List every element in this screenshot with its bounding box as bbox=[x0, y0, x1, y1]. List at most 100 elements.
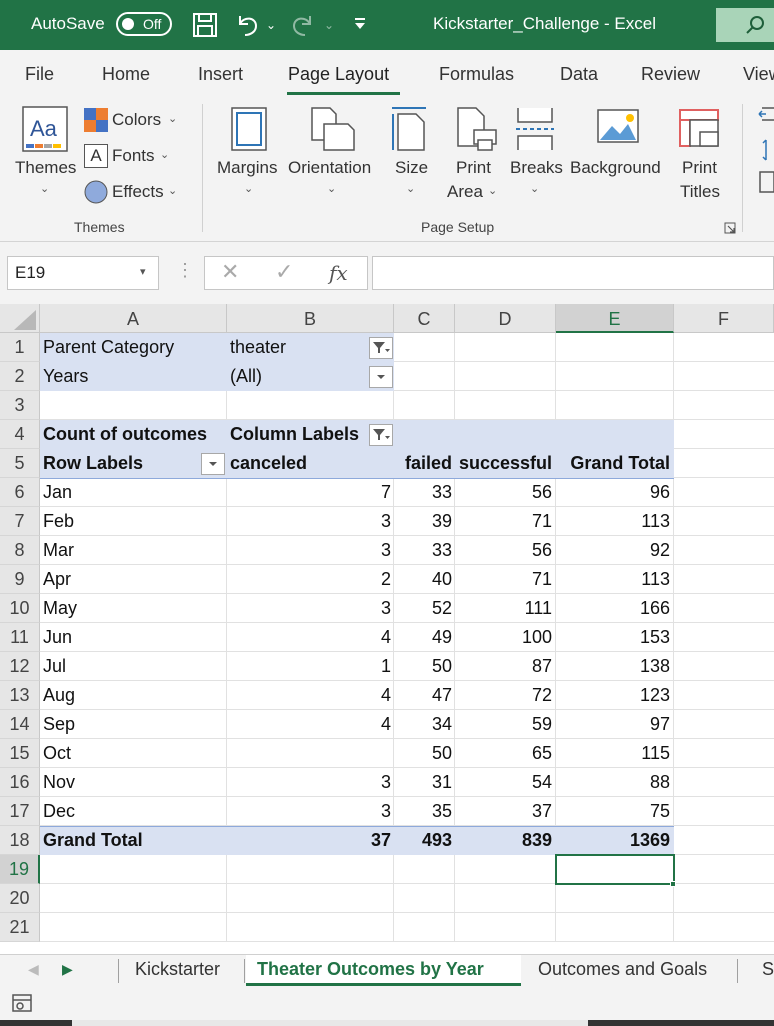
pivot-cell-successful: 71 bbox=[531, 511, 552, 531]
row-header[interactable]: 6 bbox=[0, 478, 40, 507]
filter-label-years: Years bbox=[43, 366, 89, 386]
scale-to-fit-icon[interactable] bbox=[756, 106, 774, 202]
insert-function-icon[interactable]: fx bbox=[329, 261, 348, 285]
row-header[interactable]: 16 bbox=[0, 768, 40, 797]
sheet-tab-outcomes-and-goals[interactable]: Outcomes and Goals bbox=[538, 959, 707, 980]
pivot-cell-successful: 56 bbox=[531, 540, 552, 560]
tab-view[interactable]: View bbox=[743, 64, 774, 85]
tab-formulas[interactable]: Formulas bbox=[439, 64, 514, 85]
dialog-launcher-icon[interactable] bbox=[724, 222, 736, 234]
column-labels-filter-button[interactable] bbox=[369, 424, 393, 446]
print-area-icon bbox=[457, 107, 497, 151]
page-setup-group-label: Page Setup bbox=[421, 219, 495, 235]
column-header-a[interactable]: A bbox=[40, 304, 227, 333]
sheet-tab-truncated[interactable]: S bbox=[762, 959, 774, 980]
search-box[interactable] bbox=[716, 8, 774, 42]
pivot-cell-successful: 54 bbox=[531, 772, 552, 792]
pivot-cell-total: 138 bbox=[639, 656, 670, 676]
sheet-tab-bar: ◀ ▶ Kickstarter Theater Outcomes by Year… bbox=[0, 954, 774, 986]
formula-bar-grip-icon[interactable]: ⋮ bbox=[176, 260, 194, 281]
print-titles-label-1: Print bbox=[682, 158, 717, 177]
scroll-tabs-right-icon[interactable]: ▶ bbox=[62, 961, 73, 978]
margins-dropdown-icon: ⌄ bbox=[244, 183, 254, 195]
tab-file[interactable]: File bbox=[25, 64, 54, 85]
column-header-d[interactable]: D bbox=[455, 304, 556, 333]
grand-total-successful: 839 bbox=[521, 830, 552, 850]
scroll-tabs-left-icon[interactable]: ◀ bbox=[28, 961, 39, 978]
print-titles-label-2: Titles bbox=[680, 182, 720, 201]
row-header[interactable]: 3 bbox=[0, 391, 40, 420]
save-icon[interactable] bbox=[192, 12, 218, 38]
row-header[interactable]: 15 bbox=[0, 739, 40, 768]
select-all-icon bbox=[14, 310, 36, 330]
row-header[interactable]: 9 bbox=[0, 565, 40, 594]
enter-icon[interactable]: ✓ bbox=[275, 259, 293, 285]
column-header-f[interactable]: F bbox=[674, 304, 774, 333]
column-header-c[interactable]: C bbox=[394, 304, 455, 333]
print-area-dropdown-icon: ⌄ bbox=[488, 185, 498, 197]
horizontal-scrollbar[interactable] bbox=[72, 1020, 588, 1026]
pivot-cell-failed: 31 bbox=[431, 772, 452, 792]
tab-home[interactable]: Home bbox=[102, 64, 150, 85]
tab-separator bbox=[737, 959, 738, 983]
row-header[interactable]: 1 bbox=[0, 333, 40, 362]
active-cell-e19[interactable] bbox=[555, 854, 675, 885]
filter-value-parent-category[interactable]: theater bbox=[230, 333, 286, 362]
row-header[interactable]: 10 bbox=[0, 594, 40, 623]
row-header[interactable]: 19 bbox=[0, 855, 40, 884]
name-box[interactable]: E19 ▾ bbox=[7, 256, 159, 290]
sheet-tab-theater-outcomes-by-year[interactable]: Theater Outcomes by Year bbox=[257, 959, 484, 980]
row-header[interactable]: 20 bbox=[0, 884, 40, 913]
pivot-cell-canceled: 4 bbox=[380, 685, 391, 705]
select-all-button[interactable] bbox=[0, 304, 40, 333]
pivot-cell-total: 97 bbox=[649, 714, 670, 734]
sheet-tab-kickstarter[interactable]: Kickstarter bbox=[135, 959, 220, 980]
row-header[interactable]: 18 bbox=[0, 826, 40, 855]
row-header[interactable]: 8 bbox=[0, 536, 40, 565]
title-bar: AutoSave Off ⌄ ⌄ Kickstarter_Challenge -… bbox=[0, 0, 774, 50]
formula-input[interactable] bbox=[372, 256, 774, 290]
row-labels-filter-button[interactable] bbox=[201, 453, 225, 475]
customize-qat-icon[interactable] bbox=[352, 16, 368, 32]
tab-insert[interactable]: Insert bbox=[198, 64, 243, 85]
autosave-toggle[interactable]: Off bbox=[116, 12, 172, 36]
grand-total-failed: 493 bbox=[421, 830, 452, 850]
tab-page-layout[interactable]: Page Layout bbox=[288, 64, 389, 85]
document-title: Kickstarter_Challenge - Excel bbox=[433, 14, 656, 33]
filter-value-years[interactable]: (All) bbox=[230, 362, 262, 391]
macro-recording-icon[interactable] bbox=[12, 994, 34, 1014]
column-header-e[interactable]: E bbox=[556, 304, 674, 333]
undo-icon[interactable] bbox=[234, 12, 260, 38]
row-header[interactable]: 13 bbox=[0, 681, 40, 710]
row-header[interactable]: 2 bbox=[0, 362, 40, 391]
themes-icon: Aa bbox=[22, 106, 68, 152]
redo-icon[interactable] bbox=[290, 12, 316, 38]
years-filter-button[interactable] bbox=[369, 366, 393, 388]
parent-category-filter-button[interactable] bbox=[369, 337, 393, 359]
fill-handle[interactable] bbox=[670, 881, 676, 887]
row-header[interactable]: 14 bbox=[0, 710, 40, 739]
margins-label: Margins bbox=[217, 158, 278, 177]
name-box-dropdown-icon[interactable]: ▾ bbox=[140, 265, 146, 278]
pivot-cell-failed: 35 bbox=[431, 801, 452, 821]
row-header[interactable]: 21 bbox=[0, 913, 40, 942]
tab-data[interactable]: Data bbox=[560, 64, 598, 85]
pivot-row-label: May bbox=[43, 598, 78, 618]
row-header[interactable]: 7 bbox=[0, 507, 40, 536]
row-header[interactable]: 11 bbox=[0, 623, 40, 652]
row-header[interactable]: 5 bbox=[0, 449, 40, 478]
column-header-b[interactable]: B bbox=[227, 304, 394, 333]
undo-dropdown-icon[interactable]: ⌄ bbox=[266, 18, 276, 32]
redo-dropdown-icon[interactable]: ⌄ bbox=[324, 18, 334, 32]
effects-icon bbox=[84, 180, 108, 204]
formula-buttons: ✕ ✓ fx bbox=[204, 256, 368, 290]
cancel-icon[interactable]: ✕ bbox=[221, 259, 239, 285]
row-header[interactable]: 12 bbox=[0, 652, 40, 681]
pivot-cell-total: 166 bbox=[639, 598, 670, 618]
row-header[interactable]: 17 bbox=[0, 797, 40, 826]
pivot-row-label: Jun bbox=[43, 627, 73, 647]
effects-dropdown-icon: ⌄ bbox=[168, 185, 178, 197]
filter-label-parent-category: Parent Category bbox=[43, 337, 175, 357]
tab-review[interactable]: Review bbox=[641, 64, 700, 85]
row-header[interactable]: 4 bbox=[0, 420, 40, 449]
